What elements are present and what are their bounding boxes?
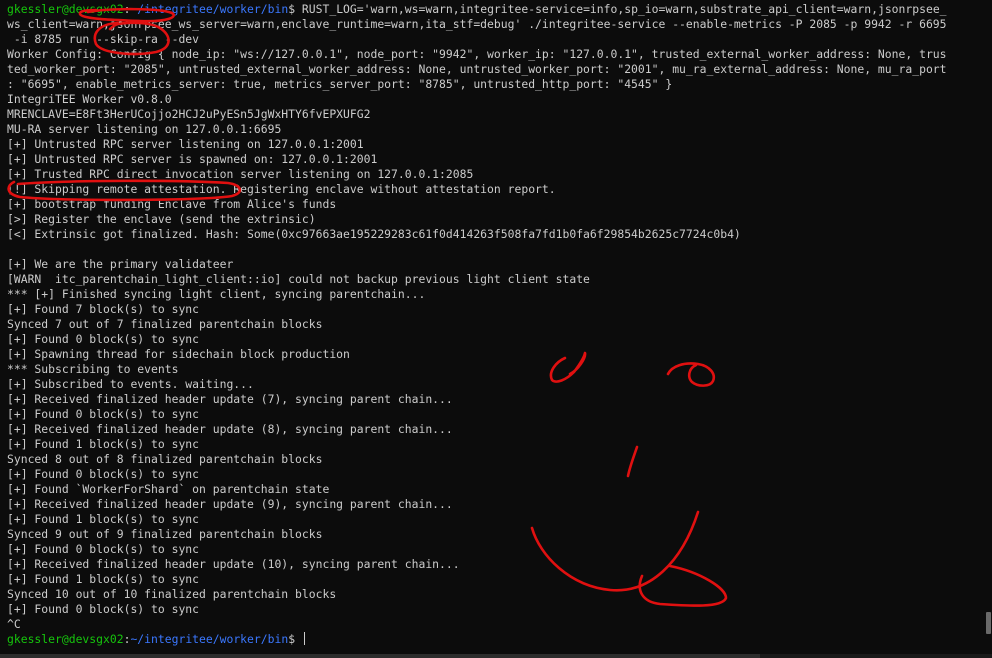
log-line: *** Subscribing to events bbox=[7, 362, 179, 376]
log-line: Synced 7 out of 7 finalized parentchain … bbox=[7, 317, 323, 331]
log-line: MRENCLAVE=E8Ft3HerUCojjo2HCJ2uPyESn5JgWx… bbox=[7, 107, 371, 121]
log-line: [+] Spawning thread for sidechain block … bbox=[7, 347, 350, 361]
prompt-dollar: $ bbox=[288, 632, 302, 646]
log-line: [+] Received finalized header update (7)… bbox=[7, 392, 453, 406]
command-continuation: ws_client=warn,jsonrpsee_ws_server=warn,… bbox=[7, 17, 947, 31]
log-line: Synced 9 out of 9 finalized parentchain … bbox=[7, 527, 323, 541]
prompt-path: ~/integritee/worker/bin bbox=[130, 632, 289, 646]
log-line: [>] Register the enclave (send the extri… bbox=[7, 212, 316, 226]
log-line: [+] Found 1 block(s) to sync bbox=[7, 512, 200, 526]
log-line: [+] Found 0 block(s) to sync bbox=[7, 467, 200, 481]
log-line: [<] Extrinsic got finalized. Hash: Some(… bbox=[7, 227, 741, 241]
log-line: [+] Received finalized header update (8)… bbox=[7, 422, 453, 436]
log-line: ^C bbox=[7, 617, 21, 631]
log-line: [+] Trusted RPC direct invocation server… bbox=[7, 167, 474, 181]
bottom-scroll-strip bbox=[0, 654, 992, 658]
scrollbar[interactable] bbox=[984, 0, 992, 658]
log-line: *** [+] Finished syncing light client, s… bbox=[7, 287, 426, 301]
log-line: [+] Found 0 block(s) to sync bbox=[7, 602, 200, 616]
horizontal-scroll-thumb[interactable] bbox=[0, 654, 760, 658]
terminal-output: gkessler@devsgx02:~/integritee/worker/bi… bbox=[7, 2, 979, 647]
terminal-window[interactable]: gkessler@devsgx02:~/integritee/worker/bi… bbox=[0, 0, 992, 658]
final-prompt-line[interactable]: gkessler@devsgx02:~/integritee/worker/bi… bbox=[7, 632, 979, 647]
prompt-user: gkessler@devsgx02 bbox=[7, 2, 124, 16]
log-line: : "6695", enable_metrics_server: true, m… bbox=[7, 77, 673, 91]
log-line: [+] We are the primary validateer bbox=[7, 257, 234, 271]
log-line: [+] Found 0 block(s) to sync bbox=[7, 332, 200, 346]
log-line: [+] Found 0 block(s) to sync bbox=[7, 542, 200, 556]
log-line: [!] Skipping remote attestation. Registe… bbox=[7, 182, 556, 196]
log-line: MU-RA server listening on 127.0.0.1:6695 bbox=[7, 122, 282, 136]
text-cursor bbox=[303, 632, 305, 645]
command-continuation: -i 8785 run --skip-ra --dev bbox=[7, 32, 200, 46]
log-line: Worker Config: Config { node_ip: "ws://1… bbox=[7, 47, 947, 61]
log-line: Synced 10 out of 10 finalized parentchai… bbox=[7, 587, 337, 601]
log-line: ted_worker_port: "2085", untrusted_exter… bbox=[7, 62, 947, 76]
log-line: [+] Received finalized header update (9)… bbox=[7, 497, 453, 511]
log-line: [+] Found 7 block(s) to sync bbox=[7, 302, 200, 316]
log-line: Synced 8 out of 8 finalized parentchain … bbox=[7, 452, 323, 466]
log-output: Worker Config: Config { node_ip: "ws://1… bbox=[7, 47, 979, 632]
log-line: [+] Found 1 block(s) to sync bbox=[7, 572, 200, 586]
command-line: gkessler@devsgx02:~/integritee/worker/bi… bbox=[7, 2, 979, 17]
log-line: [+] Subscribed to events. waiting... bbox=[7, 377, 254, 391]
log-line: [+] Found `WorkerForShard` on parentchai… bbox=[7, 482, 330, 496]
log-line: [+] Untrusted RPC server is spawned on: … bbox=[7, 152, 378, 166]
log-line: [WARN itc_parentchain_light_client::io] … bbox=[7, 272, 590, 286]
log-line: [+] Untrusted RPC server listening on 12… bbox=[7, 137, 364, 151]
log-line: IntegriTEE Worker v0.8.0 bbox=[7, 92, 172, 106]
prompt-path: ~/integritee/worker/bin bbox=[130, 2, 289, 16]
log-line: [+] Found 1 block(s) to sync bbox=[7, 437, 200, 451]
command-text: RUST_LOG='warn,ws=warn,integritee-servic… bbox=[295, 2, 947, 16]
log-line: [+] bootstrap funding Enclave from Alice… bbox=[7, 197, 337, 211]
scrollbar-thumb[interactable] bbox=[986, 612, 991, 634]
log-line: [+] Received finalized header update (10… bbox=[7, 557, 460, 571]
log-line: [+] Found 0 block(s) to sync bbox=[7, 407, 200, 421]
prompt-user: gkessler@devsgx02 bbox=[7, 632, 124, 646]
